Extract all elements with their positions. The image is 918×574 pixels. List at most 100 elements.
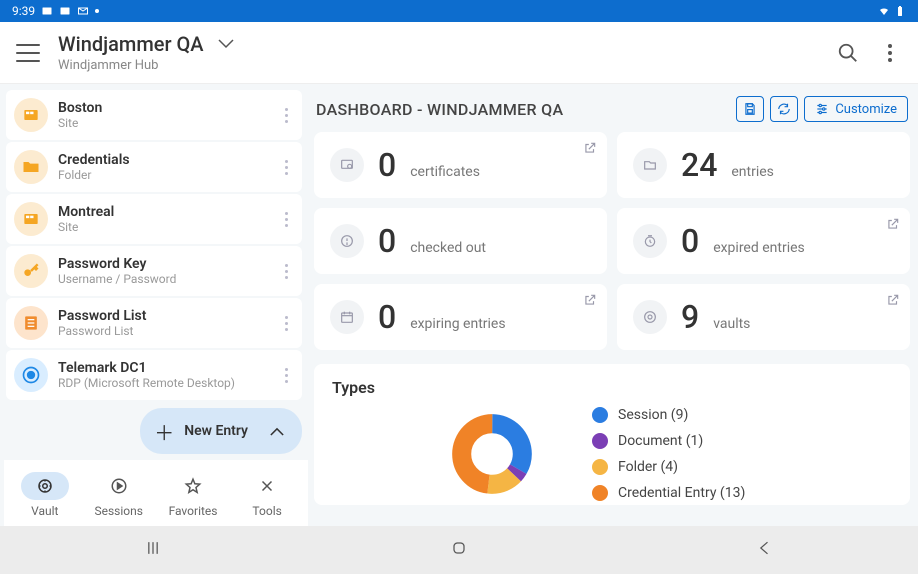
external-link-icon[interactable] xyxy=(583,140,597,159)
stat-card-vaults[interactable]: 9 vaults xyxy=(617,284,910,350)
home-button[interactable] xyxy=(449,538,469,562)
entry-more-button[interactable] xyxy=(276,108,296,123)
stat-label: expired entries xyxy=(713,240,805,260)
stat-value: 9 xyxy=(681,298,699,336)
entry-more-button[interactable] xyxy=(276,368,296,383)
stat-label: entries xyxy=(731,164,774,184)
entry-subtitle: Site xyxy=(58,116,266,130)
legend-dot xyxy=(592,433,608,449)
stat-label: vaults xyxy=(713,316,750,336)
legend-item: Credential Entry (13) xyxy=(592,485,745,501)
cert-icon xyxy=(330,148,364,182)
header-titles: Windjammer QA Windjammer Hub xyxy=(58,32,234,73)
save-button[interactable] xyxy=(736,96,764,122)
legend-item: Folder (4) xyxy=(592,459,745,475)
types-title: Types xyxy=(332,378,892,397)
status-time: 9:39 xyxy=(12,4,35,18)
battery-icon xyxy=(894,5,906,17)
entry-item[interactable]: Boston Site xyxy=(6,90,302,140)
new-entry-chevron[interactable] xyxy=(262,416,292,446)
calendar-icon xyxy=(330,300,364,334)
search-icon xyxy=(837,42,859,64)
list-icon xyxy=(14,306,48,340)
tab-label: Favorites xyxy=(169,504,218,518)
customize-button[interactable]: Customize xyxy=(804,96,908,122)
entry-subtitle: Site xyxy=(58,220,266,234)
folder-icon xyxy=(14,150,48,184)
stat-card-checked-out[interactable]: 0 checked out xyxy=(314,208,607,274)
tab-vault[interactable]: Vault xyxy=(21,472,69,518)
back-button[interactable] xyxy=(755,538,775,562)
save-icon xyxy=(743,102,757,116)
tab-favorites[interactable]: Favorites xyxy=(169,472,218,518)
stat-label: expiring entries xyxy=(410,316,505,336)
sliders-icon xyxy=(815,102,829,116)
entry-subtitle: Username / Password xyxy=(58,272,266,286)
new-entry-button[interactable]: ＋ New Entry xyxy=(140,408,302,454)
stat-value: 0 xyxy=(378,146,396,184)
stat-card-expired-entries[interactable]: 0 expired entries xyxy=(617,208,910,274)
legend-label: Credential Entry (13) xyxy=(618,485,745,501)
legend-dot xyxy=(592,485,608,501)
tab-sessions[interactable]: Sessions xyxy=(94,472,142,518)
stat-value: 0 xyxy=(378,298,396,336)
tab-label: Vault xyxy=(31,504,58,518)
image-icon xyxy=(59,5,71,17)
entry-subtitle: Folder xyxy=(58,168,266,182)
overflow-menu[interactable] xyxy=(878,41,902,65)
key-icon xyxy=(14,254,48,288)
entry-title: Credentials xyxy=(58,152,266,168)
stat-value: 24 xyxy=(681,146,717,184)
mail-icon xyxy=(77,5,89,17)
wifi-icon xyxy=(878,5,890,17)
stat-card-entries[interactable]: 24 entries xyxy=(617,132,910,198)
entry-item[interactable]: Credentials Folder xyxy=(6,142,302,192)
new-entry-label: New Entry xyxy=(184,423,248,439)
types-legend: Session (9)Document (1)Folder (4)Credent… xyxy=(592,407,745,501)
status-dot xyxy=(95,9,99,13)
entry-more-button[interactable] xyxy=(276,212,296,227)
entry-title: Password Key xyxy=(58,256,266,272)
search-button[interactable] xyxy=(836,41,860,65)
stat-label: checked out xyxy=(410,240,486,260)
external-link-icon[interactable] xyxy=(583,292,597,311)
rdp-icon xyxy=(14,358,48,392)
menu-button[interactable] xyxy=(16,44,40,62)
legend-item: Document (1) xyxy=(592,433,745,449)
dashboard-title: DASHBOARD - WINDJAMMER QA xyxy=(316,100,563,119)
refresh-button[interactable] xyxy=(770,96,798,122)
legend-label: Folder (4) xyxy=(618,459,678,475)
bottom-tabs: Vault Sessions Favorites Tools xyxy=(4,460,308,526)
site-icon xyxy=(14,98,48,132)
entry-item[interactable]: Telemark DC1 RDP (Microsoft Remote Deskt… xyxy=(6,350,302,400)
stat-value: 0 xyxy=(681,222,699,260)
stat-card-expiring-entries[interactable]: 0 expiring entries xyxy=(314,284,607,350)
entry-item[interactable]: Montreal Site xyxy=(6,194,302,244)
entry-list: Boston Site Credentials Folder Montreal … xyxy=(4,88,308,402)
external-link-icon[interactable] xyxy=(886,292,900,311)
entry-subtitle: Password List xyxy=(58,324,266,338)
star-icon xyxy=(169,472,217,500)
tools-icon xyxy=(243,472,291,500)
tab-label: Sessions xyxy=(94,504,142,518)
vault-icon xyxy=(21,472,69,500)
stat-label: certificates xyxy=(410,164,480,184)
entry-more-button[interactable] xyxy=(276,316,296,331)
entry-item[interactable]: Password Key Username / Password xyxy=(6,246,302,296)
tab-tools[interactable]: Tools xyxy=(243,472,291,518)
chevron-down-icon[interactable] xyxy=(218,39,234,49)
stat-card-certificates[interactable]: 0 certificates xyxy=(314,132,607,198)
vault-icon xyxy=(633,300,667,334)
types-panel: Types Session (9)Document (1)Folder (4)C… xyxy=(314,364,910,505)
entry-more-button[interactable] xyxy=(276,264,296,279)
play-icon xyxy=(95,472,143,500)
checkout-icon xyxy=(330,224,364,258)
types-donut-chart xyxy=(452,414,532,494)
entry-item[interactable]: Password List Password List xyxy=(6,298,302,348)
external-link-icon[interactable] xyxy=(886,216,900,235)
entry-more-button[interactable] xyxy=(276,160,296,175)
recent-apps-button[interactable] xyxy=(143,538,163,562)
android-nav-bar xyxy=(0,526,918,574)
android-status-bar: 9:39 xyxy=(0,0,918,22)
plus-icon: ＋ xyxy=(154,417,174,446)
